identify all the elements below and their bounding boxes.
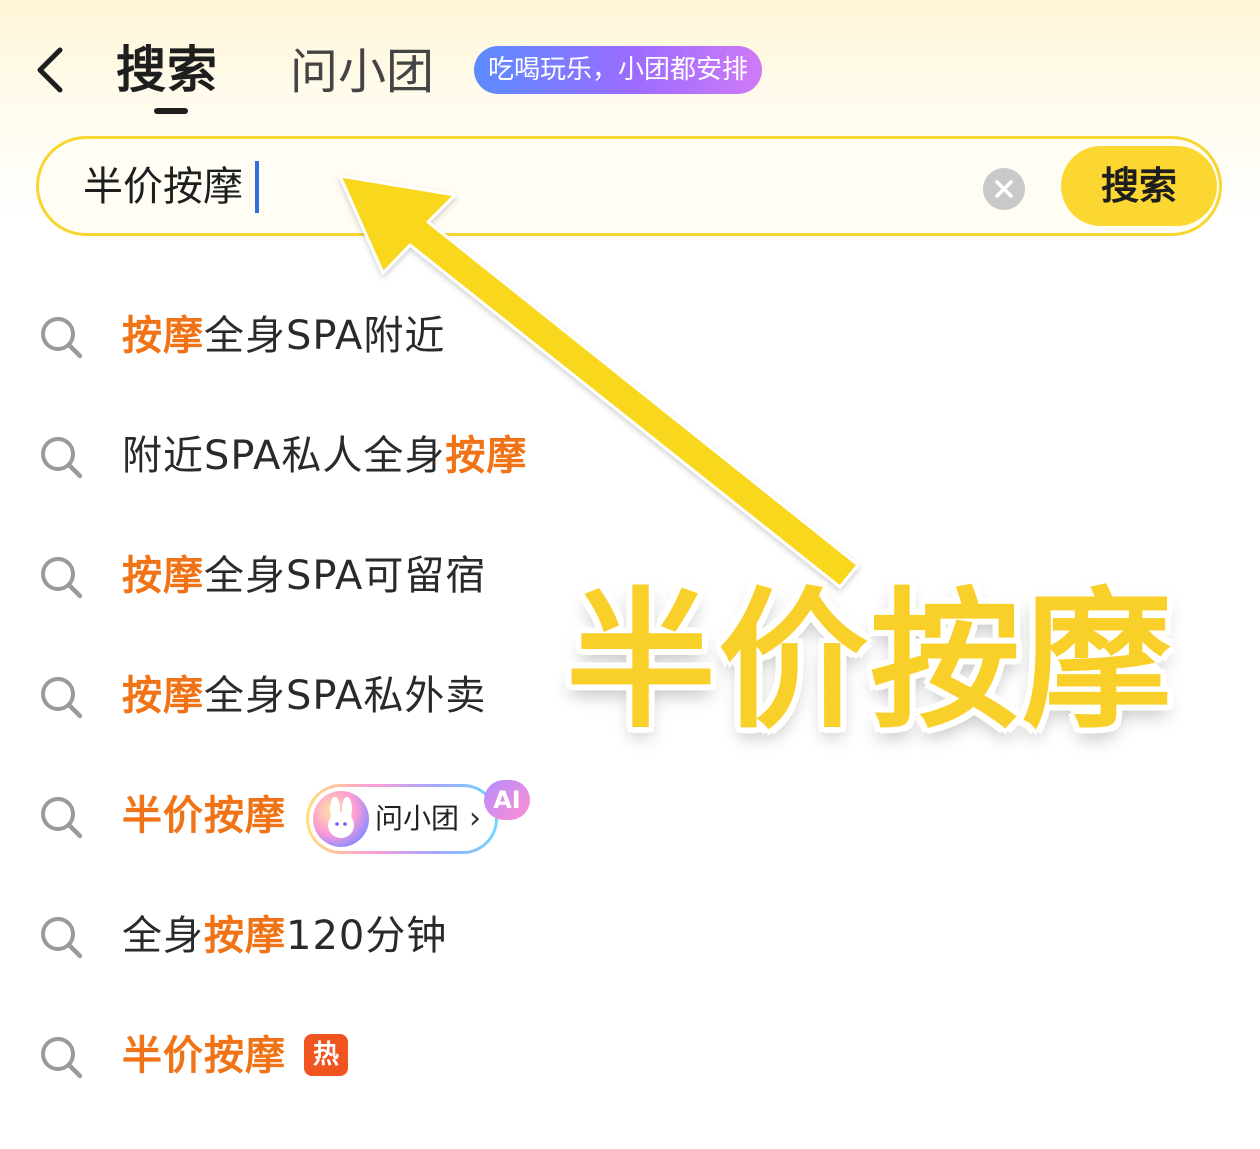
- overlay-caption: 半价按摩: [566, 575, 1175, 749]
